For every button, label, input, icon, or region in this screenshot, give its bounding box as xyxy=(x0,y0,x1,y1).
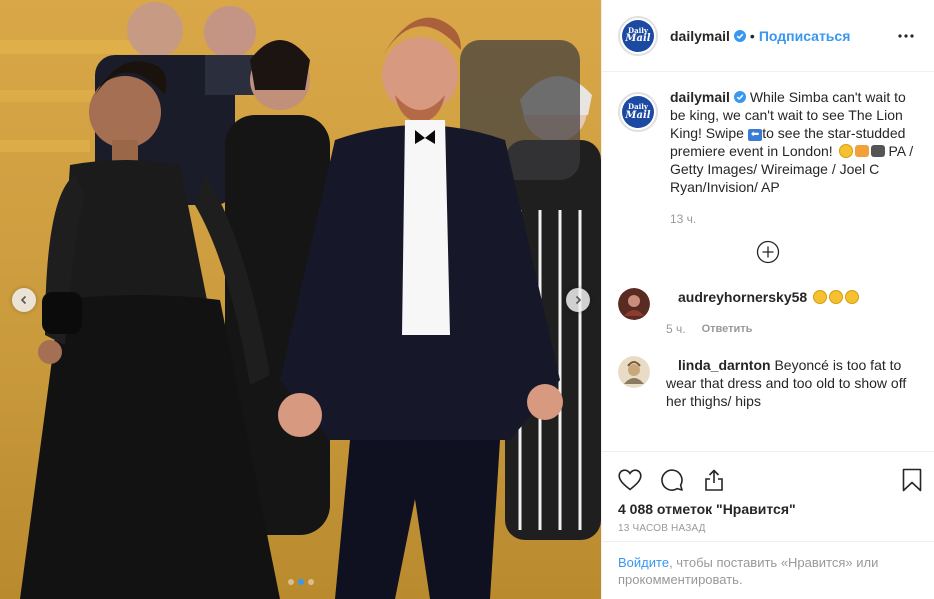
logo-line2: Mail xyxy=(625,109,651,121)
camera-emoji xyxy=(870,145,885,157)
carousel-dot xyxy=(307,579,314,585)
lion-emoji xyxy=(838,144,853,158)
comment-icon xyxy=(661,468,683,491)
load-more-comments-button[interactable] xyxy=(618,240,918,264)
login-link[interactable]: Войдите xyxy=(618,555,669,570)
crown-emoji xyxy=(854,145,869,157)
caption: Daily Mail dailymail While Simba can't w… xyxy=(618,88,918,228)
verified-icon xyxy=(733,29,746,42)
instagram-post: Daily Mail dailymail • Подписаться Daily… xyxy=(0,0,934,599)
more-options-button[interactable] xyxy=(894,24,918,48)
dailymail-logo: Daily Mail xyxy=(622,19,654,52)
post-timestamp[interactable]: 13 ЧАСОВ НАЗАД xyxy=(602,519,934,541)
left-arrow-emoji: ⬅ xyxy=(747,129,763,141)
reply-button[interactable]: Ответить xyxy=(702,320,753,338)
post-photo xyxy=(0,0,601,599)
bookmark-icon xyxy=(902,468,922,491)
caption-body: dailymail While Simba can't wait to be k… xyxy=(670,88,918,228)
dailymail-logo: Daily Mail xyxy=(622,96,654,128)
comment-item: audreyhornersky58 5 ч. Ответить xyxy=(618,288,918,338)
carousel-next-button[interactable] xyxy=(566,288,590,312)
comment-item: linda_darnton Beyoncé is too fat to wear… xyxy=(618,356,918,410)
login-prompt: Войдите, чтобы поставить «Нравится» или … xyxy=(602,541,934,599)
comment-body: linda_darnton Beyoncé is too fat to wear… xyxy=(666,356,918,410)
chevron-right-icon xyxy=(575,295,582,305)
plus-circle-icon xyxy=(756,240,780,264)
carousel-prev-button[interactable] xyxy=(12,288,36,312)
like-button[interactable] xyxy=(618,464,650,496)
comments-list[interactable]: Daily Mail dailymail While Simba can't w… xyxy=(602,72,934,451)
grin-emoji xyxy=(813,290,828,304)
comment-avatar[interactable] xyxy=(618,288,650,320)
comment-body: audreyhornersky58 5 ч. Ответить xyxy=(666,288,918,338)
comment-time[interactable]: 5 ч. xyxy=(666,320,686,338)
save-button[interactable] xyxy=(890,464,922,496)
comment-meta: 5 ч. Ответить xyxy=(666,320,918,338)
carousel-dot-active xyxy=(297,579,304,585)
chevron-left-icon xyxy=(20,295,27,305)
header-username[interactable]: dailymail xyxy=(670,28,730,44)
more-icon xyxy=(898,33,914,38)
grin-emoji xyxy=(829,290,844,304)
comment-username[interactable]: linda_darnton xyxy=(678,357,771,373)
likes-count[interactable]: 4 088 отметок "Нравится" xyxy=(602,499,934,519)
post-header: Daily Mail dailymail • Подписаться xyxy=(602,0,934,72)
caption-avatar[interactable]: Daily Mail xyxy=(618,92,658,132)
comment-username[interactable]: audreyhornersky58 xyxy=(678,289,807,305)
carousel-dot xyxy=(287,579,294,585)
verified-icon xyxy=(733,91,746,103)
comment-button[interactable] xyxy=(660,464,692,496)
caption-meta: 13 ч. xyxy=(670,210,918,228)
caption-time[interactable]: 13 ч. xyxy=(670,210,696,228)
comment-avatar[interactable] xyxy=(618,356,650,388)
action-bar xyxy=(602,451,934,499)
logo-line2: Mail xyxy=(625,33,651,45)
heart-icon xyxy=(618,468,642,491)
carousel-indicator xyxy=(0,579,601,585)
share-button[interactable] xyxy=(702,464,734,496)
share-icon xyxy=(705,469,723,491)
follow-button[interactable]: Подписаться xyxy=(759,28,851,44)
post-media[interactable] xyxy=(0,0,601,599)
grin-emoji xyxy=(845,290,860,304)
caption-username[interactable]: dailymail xyxy=(670,89,730,105)
post-sidebar: Daily Mail dailymail • Подписаться Daily… xyxy=(601,0,934,599)
avatar[interactable]: Daily Mail xyxy=(618,15,658,56)
separator: • xyxy=(749,27,755,44)
